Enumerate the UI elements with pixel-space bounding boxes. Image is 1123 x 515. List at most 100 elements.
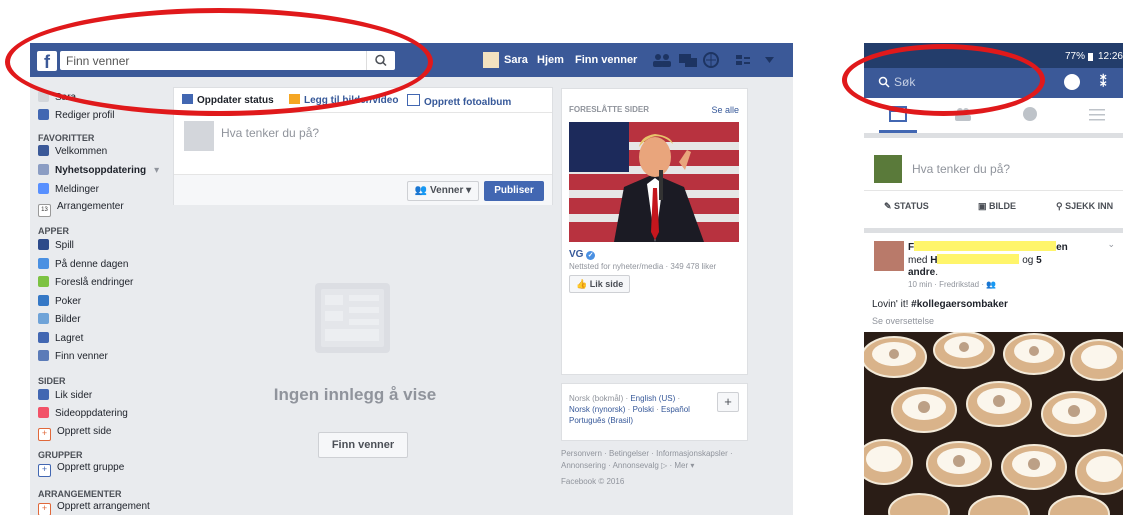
sidebar-item-edit-profile[interactable]: Rediger profil [38, 109, 114, 121]
audience-selector-button[interactable]: 👥 Venner ▾ [407, 181, 479, 201]
sidebar-item-create-group[interactable]: + Opprett gruppe [38, 462, 124, 477]
see-all-link[interactable]: Se alle [711, 105, 739, 115]
page-name-link[interactable]: VG ✓ [569, 249, 596, 260]
home-link[interactable]: Hjem [537, 54, 564, 66]
friends-audience-icon: 👥 [986, 280, 997, 289]
sidebar-item-on-this-day[interactable]: På denne dagen [38, 258, 128, 270]
menu-icon[interactable] [1088, 106, 1106, 122]
notifications-globe-icon[interactable] [703, 52, 719, 68]
pencil-icon: ✎ [884, 201, 895, 211]
find-friends-link[interactable]: Finn venner [575, 54, 637, 66]
mobile-composer-input[interactable]: Hva tenker du på? [912, 162, 1010, 176]
tab-create-album[interactable]: Opprett fotoalbum [407, 94, 511, 108]
redaction-highlight [937, 254, 1020, 264]
footer-more-link[interactable]: · Mer ▾ [669, 461, 694, 470]
thumbs-up-icon: 👍 [576, 279, 590, 289]
action-label: STATUS [894, 201, 929, 211]
sidebar-item-events[interactable]: 13 Arrangementer [38, 201, 124, 217]
post-meta: 10 min · Fredrikstad · 👥 [908, 279, 1108, 291]
language-link[interactable]: Español [661, 405, 690, 414]
sidebar-item-news-feed[interactable]: Nyhetsoppdatering ▾ [38, 164, 159, 176]
chevron-down-icon: ▾ [463, 185, 472, 196]
sidebar-item-suggest-edits[interactable]: Foreslå endringer [38, 276, 133, 288]
sidebar-item-create-event[interactable]: + Opprett arrangement [38, 501, 150, 515]
empty-feed-title: Ingen innlegg å vise [273, 385, 437, 404]
verified-badge-icon: ✓ [586, 251, 596, 260]
sidebar-item-saved[interactable]: Lagret [38, 332, 83, 344]
mobile-facebook: 77% 12:26 Søk ⁑ Hva tenker du på? ✎ STAT… [864, 43, 1123, 515]
add-language-button[interactable]: + [717, 392, 739, 412]
post-options-chevron-icon[interactable]: ⌄ [1107, 239, 1115, 250]
battery-icon [1088, 53, 1093, 61]
find-friends-button[interactable]: Finn venner [318, 432, 408, 458]
annotation-ellipse [5, 8, 433, 116]
post-tags-line: med H og 5 [908, 254, 1108, 267]
annotation-ellipse [842, 44, 1045, 116]
like-page-button[interactable]: 👍 Lik side [569, 275, 631, 293]
footer-line[interactable]: Personvern · Betingelser · Informasjonsk… [561, 448, 761, 460]
with-label: med [908, 255, 928, 266]
sidebar-item-find-friends[interactable]: Finn venner [38, 350, 108, 362]
sidebar-item-like-pages[interactable]: Lik sider [38, 389, 92, 401]
language-link[interactable]: Português (Brasil) [569, 416, 633, 425]
sidebar-item-create-page[interactable]: + Opprett side [38, 426, 111, 441]
page-meta: Nettsted for nyheter/media · 349 478 lik… [569, 262, 717, 271]
avatar[interactable] [874, 241, 904, 271]
action-label: BILDE [989, 201, 1017, 211]
battery-level: 77% [1064, 51, 1085, 62]
copyright: Facebook © 2016 [561, 477, 625, 486]
publish-button[interactable]: Publiser [484, 181, 544, 201]
footer-links: Personvern · Betingelser · Informasjonsk… [561, 448, 761, 488]
privacy-shortcuts-icon[interactable] [736, 55, 750, 65]
plus-icon: + [38, 464, 51, 477]
account-menu-chevron-icon[interactable] [765, 57, 774, 63]
friend-requests-icon[interactable]: ⁑ [1100, 74, 1107, 90]
messenger-icon[interactable] [1064, 74, 1080, 90]
bookmark-icon [38, 332, 49, 343]
checkmark-icon [38, 276, 49, 287]
adchoices-icon: ▷ [661, 461, 668, 470]
tagged-initial[interactable]: H [930, 255, 937, 266]
hashtag-link[interactable]: #kollegaersombaker [911, 299, 1008, 310]
audience-label: Venner [430, 185, 464, 196]
sidebar-item-welcome[interactable]: Velkommen [38, 145, 107, 157]
post-photo[interactable] [864, 332, 1123, 515]
news-feed-icon [38, 164, 49, 175]
composer-input[interactable]: Hva tenker du på? [221, 126, 319, 140]
avatar[interactable] [483, 52, 499, 68]
sidebar-item-label: Sideoppdatering [55, 408, 128, 419]
language-link[interactable]: Norsk (nynorsk) [569, 405, 625, 414]
photos-icon [38, 313, 49, 324]
sidebar-item-poker[interactable]: Poker [38, 295, 81, 307]
sidebar-item-label: På denne dagen [55, 259, 129, 270]
photo-action-button[interactable]: ▣ BILDE [978, 201, 1016, 212]
translate-link[interactable]: Se oversettelse [872, 316, 934, 326]
divider [864, 190, 1123, 191]
check-in-action-button[interactable]: ⚲ SJEKK INN [1056, 201, 1113, 212]
more-options-icon[interactable]: ▾ [154, 165, 159, 176]
sidebar-item-label: Opprett gruppe [57, 462, 125, 473]
sidebar-item-label: Arrangementer [57, 201, 124, 212]
others-line[interactable]: andre. [908, 267, 1108, 279]
notifications-globe-icon[interactable] [1021, 106, 1039, 122]
sidebar-item-label: Meldinger [55, 184, 99, 195]
sidebar-item-pages-feed[interactable]: Sideoppdatering [38, 407, 128, 419]
language-link[interactable]: English (US) [630, 394, 675, 403]
flag-icon [38, 389, 49, 400]
desktop-facebook: f Sara Hjem Finn venner Sara Rediger pro… [30, 43, 793, 515]
language-link[interactable]: Polski [633, 405, 654, 414]
post-author-line[interactable]: Fen [908, 241, 1108, 254]
status-action-button[interactable]: ✎ STATUS [884, 201, 929, 212]
poker-icon [38, 295, 49, 306]
album-icon [407, 94, 420, 106]
others-count[interactable]: 5 [1036, 255, 1042, 266]
sidebar-item-games[interactable]: Spill [38, 239, 74, 251]
others-label: andre [908, 267, 936, 278]
sidebar-item-photos[interactable]: Bilder [38, 313, 81, 325]
footer-link[interactable]: Annonsering · Annonsevalg [561, 461, 659, 470]
friend-requests-icon[interactable] [652, 53, 672, 67]
messages-icon[interactable] [678, 53, 698, 67]
sidebar-item-messages[interactable]: Meldinger [38, 183, 99, 195]
profile-link[interactable]: Sara [504, 54, 528, 66]
page-cover-photo[interactable] [569, 122, 739, 242]
